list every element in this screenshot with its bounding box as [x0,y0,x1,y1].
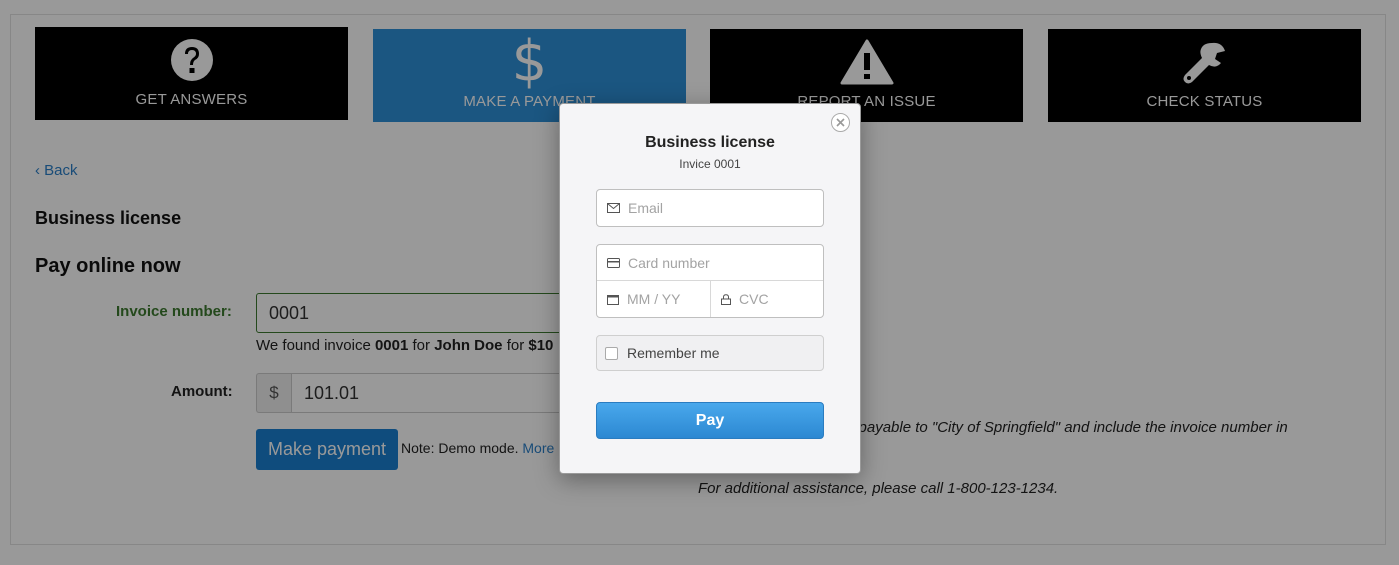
modal-title: Business license [645,134,775,151]
card-number-field[interactable]: Card number [597,245,823,281]
email-placeholder: Email [628,200,664,216]
payment-modal: Business license Invice 0001 Email Card … [559,103,861,474]
lock-icon [721,293,731,305]
cvc-placeholder: CVC [739,291,769,307]
envelope-icon [607,203,620,213]
remember-me-field[interactable]: Remember me [596,335,824,371]
modal-subtitle: Invice 0001 [679,157,741,171]
remember-me-checkbox[interactable] [605,346,618,360]
email-field[interactable]: Email [596,189,824,227]
close-icon [836,118,845,127]
credit-card-icon [607,257,620,268]
remember-me-label: Remember me [627,345,720,361]
card-number-placeholder: Card number [628,254,710,271]
expiry-placeholder: MM / YY [627,291,681,307]
cvc-field[interactable]: CVC [711,281,823,317]
pay-button[interactable]: Pay [596,402,824,439]
card-fields: Card number MM / YY CVC [596,244,824,318]
expiry-field[interactable]: MM / YY [597,281,711,317]
close-button[interactable] [831,113,850,132]
calendar-icon [607,294,619,305]
